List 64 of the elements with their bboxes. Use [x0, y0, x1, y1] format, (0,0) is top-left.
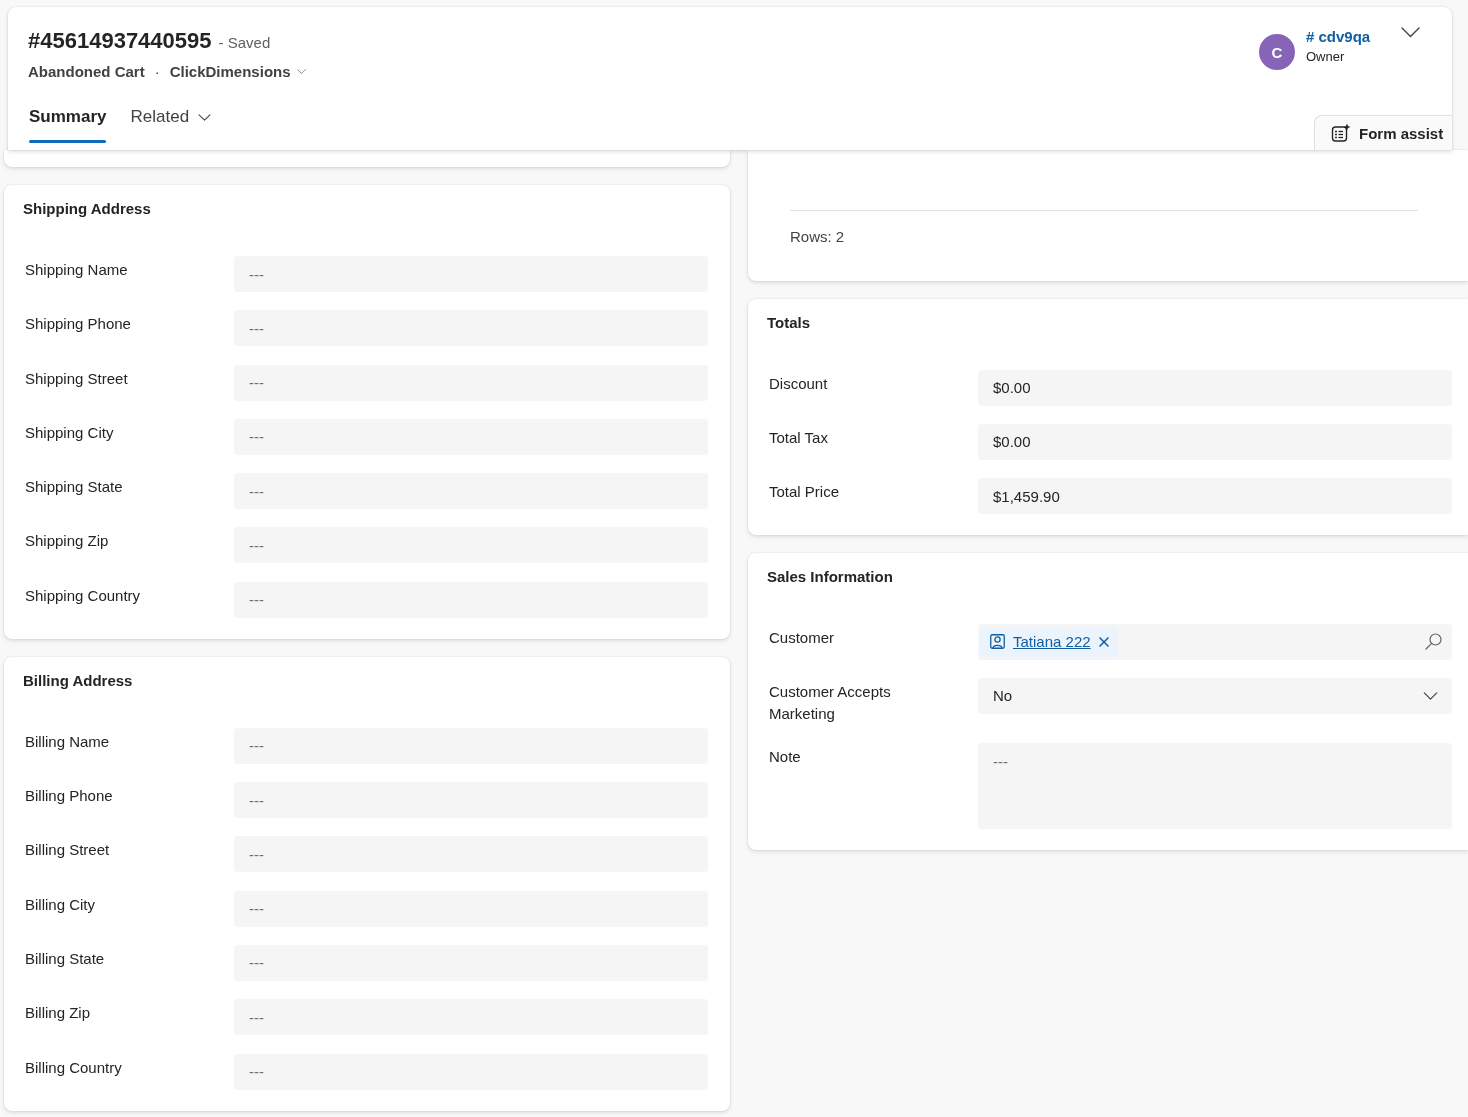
chevron-down-icon [1423, 691, 1438, 700]
field-label: Shipping Name [25, 260, 128, 280]
input-field[interactable]: --- [234, 727, 708, 764]
row-count: Rows: 2 [790, 227, 846, 247]
field-label: Customer Accepts Marketing [769, 681, 892, 724]
chevron-down-icon [296, 68, 306, 74]
input-field[interactable]: --- [234, 310, 708, 347]
field-label: Shipping City [25, 422, 114, 443]
input-field[interactable]: $0.00 [978, 423, 1452, 460]
field-label: Shipping Zip [25, 531, 109, 552]
input-field[interactable]: --- [234, 890, 708, 927]
field-label: Billing State [25, 948, 105, 969]
section-title: Billing Address [23, 670, 134, 691]
owner-avatar: C [1259, 34, 1295, 70]
field-label: Customer [769, 627, 835, 648]
save-status: - Saved [218, 34, 271, 51]
tab[interactable]: Related [130, 95, 212, 143]
input-field[interactable]: $1,459.90 [978, 478, 1452, 515]
section-title: Totals [767, 312, 812, 333]
chevron-down-icon[interactable] [1401, 27, 1420, 38]
owner-role: Owner [1306, 48, 1345, 66]
form-selector[interactable]: ClickDimensions [169, 62, 306, 80]
form-sparkle-icon [1331, 123, 1351, 143]
field-label: Billing Country [25, 1057, 122, 1078]
input-field[interactable]: --- [234, 418, 708, 455]
field-label: Total Price [769, 482, 840, 503]
search-icon[interactable] [1425, 633, 1442, 651]
field-label: Shipping Country [25, 585, 141, 606]
customer-link[interactable]: Tatiana 222 [1013, 633, 1091, 651]
tab[interactable]: Summary [29, 95, 107, 143]
record-title: #45614937440595 [28, 27, 212, 55]
input-field[interactable]: $0.00 [978, 369, 1452, 406]
field-label: Billing Name [25, 731, 110, 752]
lookup-field[interactable]: Tatiana 222 [978, 623, 1452, 660]
section-title: Sales Information [767, 566, 894, 587]
section-title: Shipping Address [23, 199, 152, 219]
field-label: Shipping Street [25, 368, 128, 389]
input-field[interactable]: --- [234, 944, 708, 981]
input-field[interactable]: --- [234, 256, 708, 292]
close-icon[interactable] [1098, 636, 1109, 647]
field-label: Total Tax [769, 427, 828, 448]
field-label: Discount [769, 373, 828, 394]
field-label: Billing Zip [25, 1003, 91, 1024]
input-field[interactable]: --- [234, 782, 708, 819]
input-field[interactable]: --- [234, 999, 708, 1036]
input-field[interactable]: --- [234, 473, 708, 510]
field-label: Note [769, 747, 801, 768]
input-field[interactable]: --- [234, 364, 708, 401]
input-field[interactable]: --- [234, 836, 708, 873]
input-field[interactable]: --- [234, 527, 708, 564]
dropdown-field[interactable]: No [978, 677, 1452, 714]
field-label: Billing Street [25, 840, 110, 861]
owner-link[interactable]: # cdv9qa [1306, 27, 1371, 47]
input-field[interactable]: --- [234, 581, 708, 618]
form-assist-button[interactable]: Form assist [1314, 115, 1452, 150]
field-label: Shipping State [25, 477, 123, 498]
field-label: Shipping Phone [25, 314, 131, 335]
field-label: Billing Phone [25, 786, 113, 807]
separator: · [154, 62, 160, 80]
input-field[interactable]: --- [234, 1053, 708, 1090]
note-field[interactable]: --- [978, 743, 1452, 830]
entity-name: Abandoned Cart [28, 62, 145, 80]
contact-icon [990, 634, 1005, 650]
field-label: Billing City [25, 894, 96, 915]
